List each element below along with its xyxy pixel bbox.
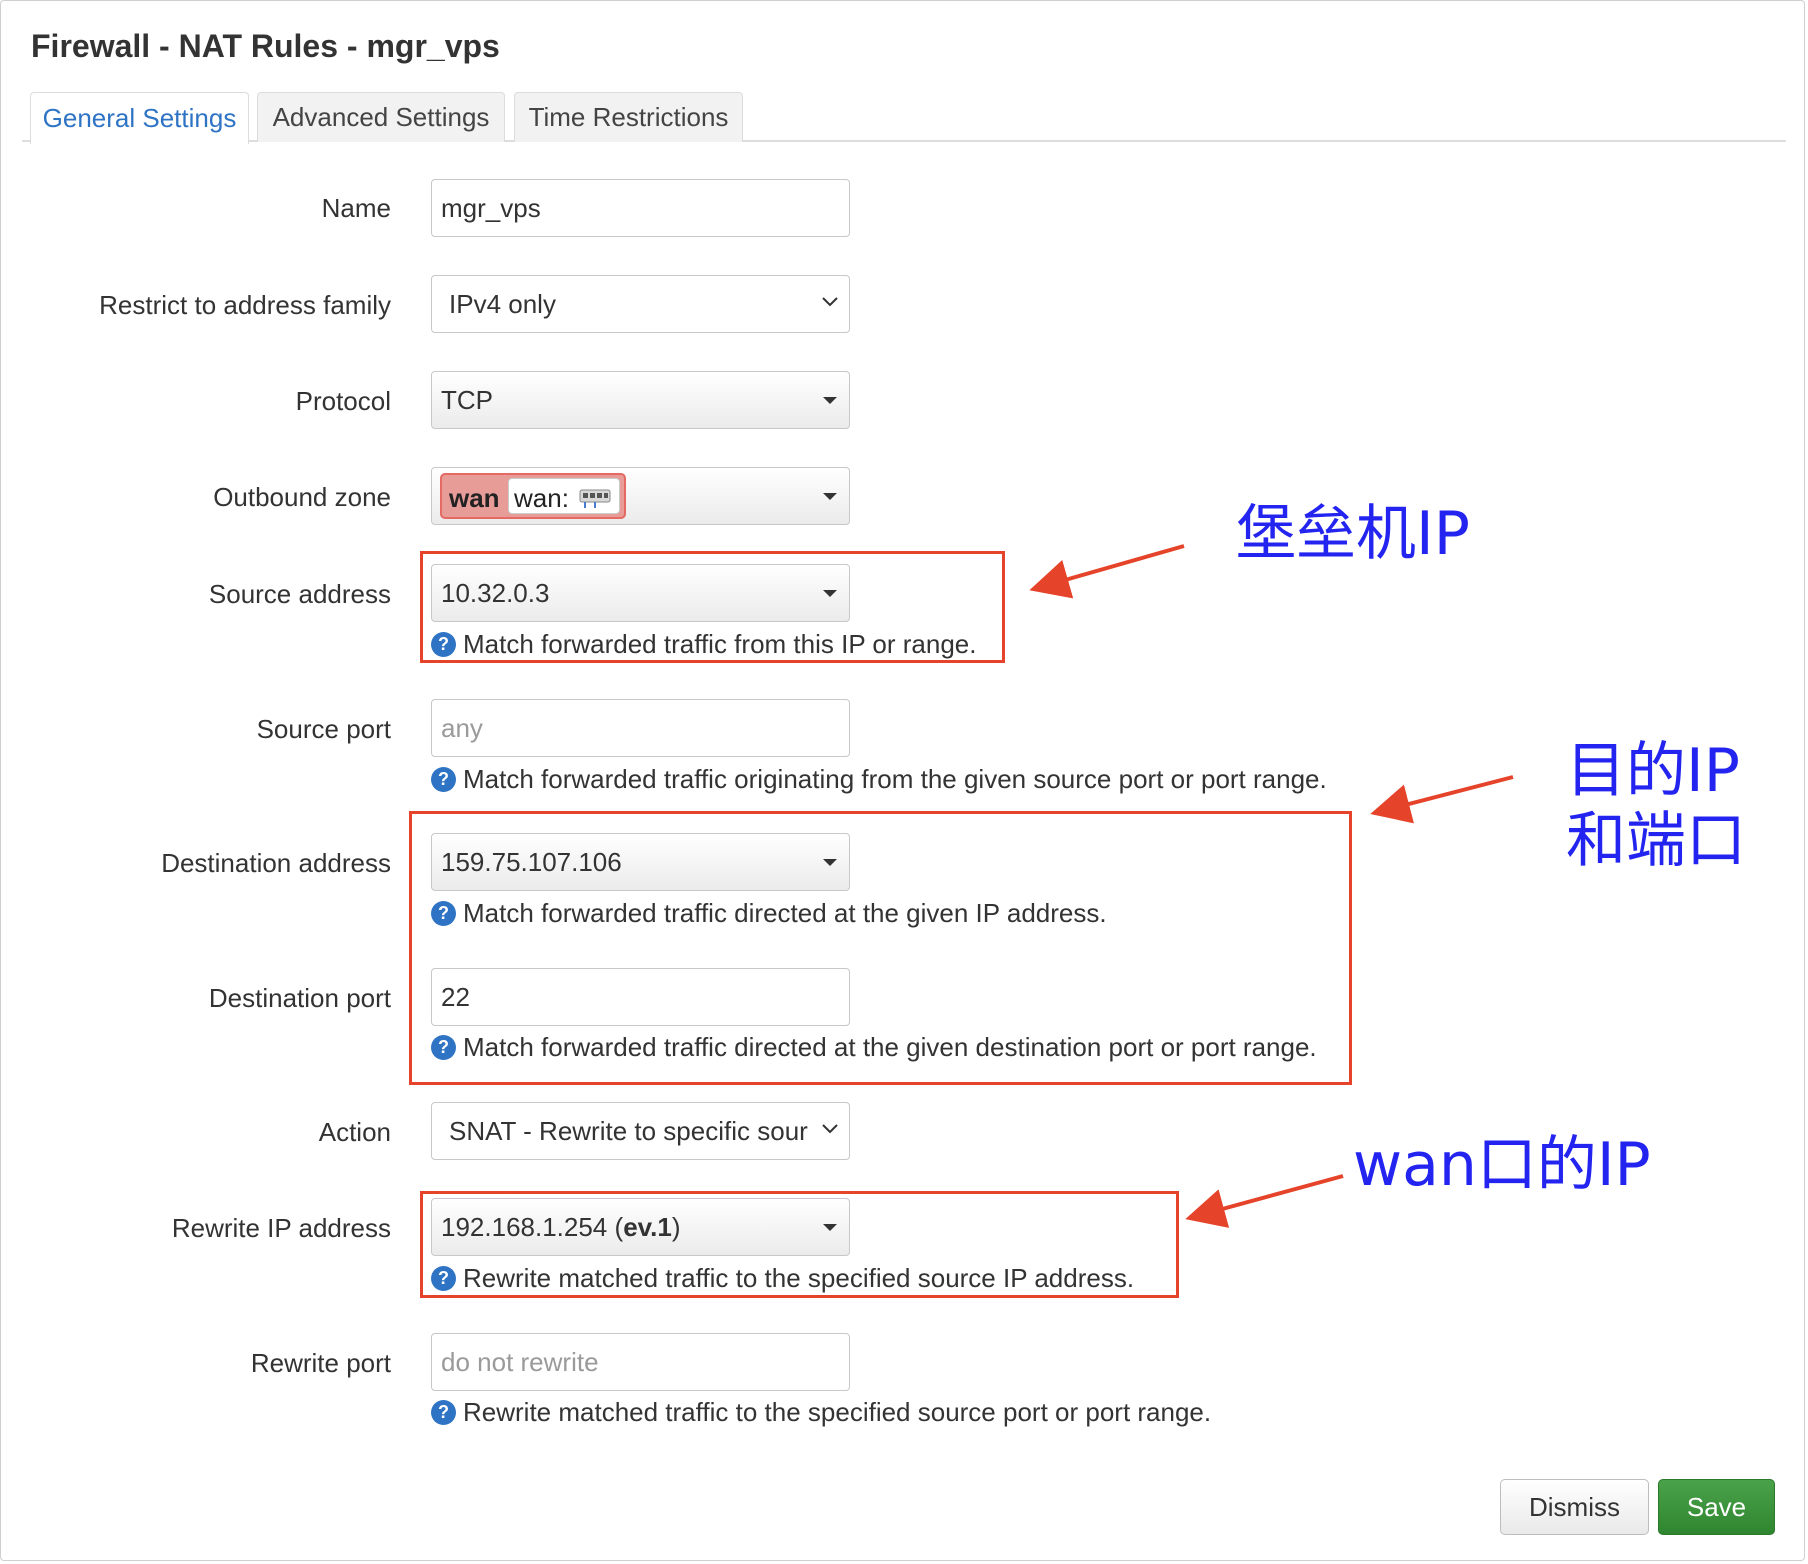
arrow-to-rewrite-ip (1185, 1174, 1344, 1228)
tab-general-settings[interactable]: General Settings (30, 92, 249, 144)
annotation-dest-line2: 和端口 (1566, 806, 1746, 876)
arrow-to-source (1029, 544, 1185, 599)
save-button[interactable]: Save (1658, 1479, 1775, 1535)
annotation-wan-ip: wan口的IP (1353, 1130, 1651, 1200)
annotation-arrows (1029, 544, 1514, 1228)
arrow-to-destination (1370, 775, 1514, 824)
annotation-bastion-ip: 堡垒机IP (1236, 499, 1470, 569)
dismiss-button[interactable]: Dismiss (1500, 1479, 1649, 1535)
